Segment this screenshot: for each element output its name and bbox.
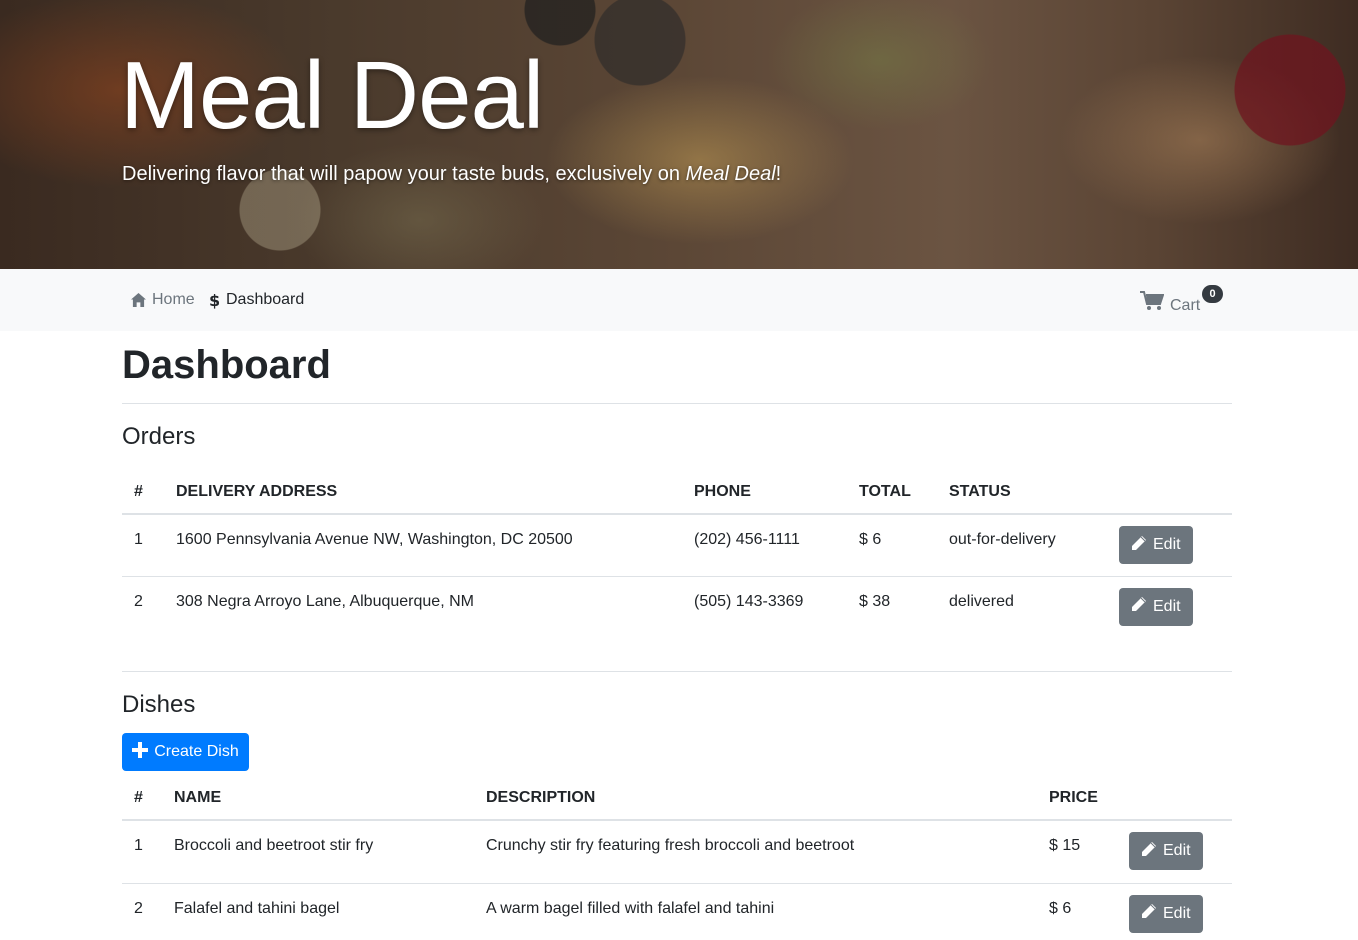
hero-lead-brand: Meal Deal [685,163,776,185]
orders-col-actions [1107,470,1232,515]
dishes-col-description: Description [474,776,1037,821]
dish-num: 2 [122,883,162,940]
table-row: 2 308 Negra Arroyo Lane, Albuquerque, NM… [122,576,1232,638]
dishes-col-price: Price [1037,776,1117,821]
hero-title: Meal Deal [120,42,544,149]
dishes-col-actions [1117,776,1232,821]
pencil-icon [1131,535,1147,556]
order-status: delivered [949,592,1014,610]
home-icon [131,293,146,307]
order-actions: Edit [1107,576,1232,638]
orders-col-address: Delivery Address [164,470,682,515]
navbar: Home $ Dashboard Cart [0,269,1358,331]
dishes-col-name: Name [162,776,474,821]
nav-home-label: Home [152,291,195,308]
dish-description: A warm bagel filled with falafel and tah… [474,883,1037,940]
table-row: 2 Falafel and tahini bagel A warm bagel … [122,883,1232,940]
dollar-icon: $ [209,292,220,309]
order-address: 1600 Pennsylvania Avenue NW, Washington,… [164,514,682,577]
order-status: out-for-delivery [937,514,1107,577]
hero-lead-suffix: ! [775,163,782,185]
dish-num: 1 [122,820,162,884]
hero-banner: Meal Deal Delivering flavor that will pa… [0,0,1358,269]
edit-order-button[interactable]: Edit [1119,526,1193,564]
edit-button-label: Edit [1163,842,1191,859]
dish-price: $ 15 [1037,820,1117,884]
order-total: $ 6 [847,514,937,577]
cart-count-badge: 0 [1202,285,1223,303]
edit-dish-button[interactable]: Edit [1129,832,1203,870]
dishes-table: # Name Description Price 1 Broccoli and … [122,776,1232,940]
pencil-icon [1141,841,1157,862]
nav-home-link[interactable]: Home [131,291,195,309]
dish-description: Crunchy stir fry featuring fresh broccol… [474,820,1037,884]
pencil-icon [1131,596,1147,617]
nav-dashboard-label: Dashboard [226,291,305,308]
orders-col-num: # [122,470,164,515]
order-num: 2 [134,592,143,610]
orders-col-total: Total [847,470,937,515]
dish-name: Broccoli and beetroot stir fry [162,820,474,884]
edit-button-label: Edit [1163,904,1191,922]
order-num: 1 [122,514,164,577]
create-dish-button[interactable]: Create Dish [122,733,249,771]
pencil-icon [1141,903,1157,924]
nav-cart-label: Cart [1170,296,1201,314]
hero-lead-text: Delivering flavor that will papow your t… [122,163,686,185]
cart-icon [1140,291,1165,316]
edit-dish-button[interactable]: Edit [1129,894,1203,933]
edit-order-button[interactable]: Edit [1119,587,1193,626]
dish-name: Falafel and tahini bagel [162,883,474,940]
title-divider [122,403,1232,404]
svg-text:$: $ [209,292,220,309]
nav-dashboard-link[interactable]: $ Dashboard [209,291,304,309]
order-phone: (202) 456-1111 [682,514,847,577]
dish-actions: Edit [1117,883,1232,940]
table-row: 1 1600 Pennsylvania Avenue NW, Washingto… [122,514,1232,577]
table-row: 1 Broccoli and beetroot stir fry Crunchy… [122,820,1232,884]
edit-button-label: Edit [1153,536,1181,553]
orders-divider [122,671,1232,672]
create-dish-label: Create Dish [154,743,239,760]
orders-col-phone: Phone [682,470,847,515]
orders-header-row: # Delivery Address Phone Total Status [122,470,1232,515]
order-total: $ 38 [859,592,891,610]
orders-table: # Delivery Address Phone Total Status 1 … [122,470,1232,638]
nav-cart-link[interactable]: Cart [1140,291,1200,316]
hero-lead: Delivering flavor that will papow your t… [122,163,781,186]
orders-heading: Orders [122,423,196,450]
order-actions: Edit [1107,514,1232,577]
order-phone: (505) 143-3369 [694,592,804,610]
edit-button-label: Edit [1153,597,1181,615]
plus-icon [132,741,149,763]
dishes-header-row: # Name Description Price [122,776,1232,821]
dish-actions: Edit [1117,820,1232,884]
order-address: 308 Negra Arroyo Lane, Albuquerque, NM [176,592,474,610]
dishes-col-num: # [122,776,162,821]
dish-price: $ 6 [1037,883,1117,940]
page-title: Dashboard [122,343,331,387]
dishes-heading: Dishes [122,691,196,718]
orders-col-status: Status [937,470,1107,515]
